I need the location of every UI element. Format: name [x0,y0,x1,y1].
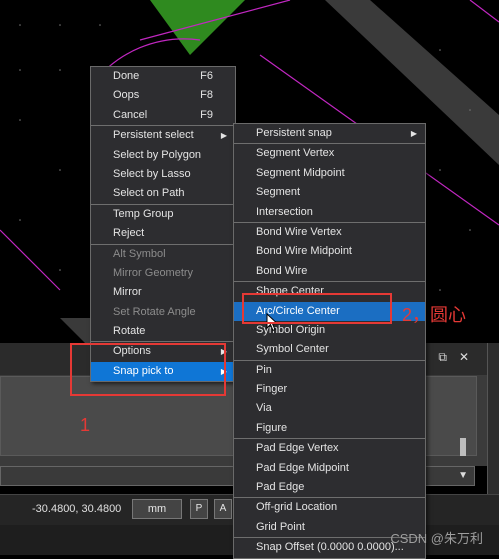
menu-item-bond-wire-midpoint[interactable]: Bond Wire Midpoint [234,242,425,261]
menu-item-select-by-polygon[interactable]: Select by Polygon [91,146,235,165]
menu-item-label: Segment Vertex [256,147,335,160]
menu-item-select-on-path[interactable]: Select on Path [91,184,235,203]
menu-item-bond-wire-vertex[interactable]: Bond Wire Vertex [234,223,425,242]
menu-item-label: Mirror Geometry [113,266,194,279]
menu-item-label: Cancel [113,108,148,121]
menu-item-label: Figure [256,421,288,434]
menu-item-label: Alt Symbol [113,247,166,260]
menu-item-pad-edge-midpoint[interactable]: Pad Edge Midpoint [234,459,425,478]
menu-item-label: Bond Wire Midpoint [256,245,352,258]
a-button[interactable]: A [214,499,232,519]
menu-item-temp-group[interactable]: Temp Group [91,205,235,224]
annotation-box-2 [242,293,392,324]
watermark: CSDN @朱万利 [390,531,483,546]
menu-item-intersection[interactable]: Intersection [234,203,425,222]
menu-item-label: Grid Point [256,520,305,533]
float-icon[interactable]: ⧉ [438,350,447,364]
context-menu: Done F6 Oops F8 Cancel F9 Persistent select… [90,66,236,383]
submenu-arrow-icon: ▶ [220,131,227,141]
panel-scrollbar-thumb[interactable] [460,438,466,456]
menu-item-finger[interactable]: Finger [234,380,425,399]
menu-item-label: Rotate [113,325,146,338]
menu-item-segment-vertex[interactable]: Segment Vertex [234,144,425,163]
snap-submenu: Persistent snap ▶ Segment Vertex Segment … [233,123,426,559]
menu-item-label: Mirror [113,286,142,299]
menu-item-label: Select by Polygon [113,148,202,161]
menu-item-off-grid-location[interactable]: Off-grid Location [234,498,425,517]
menu-item-label: Persistent select [113,129,194,142]
menu-item-label: Segment [256,186,301,199]
menu-item-figure[interactable]: Figure [234,419,425,438]
chevron-down-icon: ▼ [458,470,468,481]
menu-item-label: Bond Wire Vertex [256,225,342,238]
shortcut-label: F9 [200,108,213,121]
menu-item-label: Pad Edge Vertex [256,442,339,455]
menu-item-label: Intersection [256,205,313,218]
annotation-box-1 [70,343,226,396]
menu-item-done[interactable]: Done F6 [91,67,235,86]
close-icon[interactable]: ✕ [459,350,469,364]
menu-item-label: Bond Wire [256,264,308,277]
menu-item-label: Pad Edge [256,481,305,494]
menu-item-mirror-geometry: Mirror Geometry [91,264,235,283]
menu-item-segment-midpoint[interactable]: Segment Midpoint [234,164,425,183]
menu-item-persistent-select[interactable]: Persistent select ▶ [91,126,235,145]
menu-item-label: Select by Lasso [113,167,191,180]
menu-item-label: Select on Path [113,187,185,200]
shortcut-label: F6 [200,70,213,82]
annotation-label-2: 2，圆心 [402,305,467,325]
menu-item-oops[interactable]: Oops F8 [91,86,235,105]
menu-item-symbol-center[interactable]: Symbol Center [234,340,425,359]
menu-item-via[interactable]: Via [234,399,425,418]
menu-item-mirror[interactable]: Mirror [91,283,235,302]
menu-item-cancel[interactable]: Cancel F9 [91,106,235,125]
annotation-label-1: 1 [80,415,91,435]
submenu-arrow-icon: ▶ [410,129,417,138]
menu-item-label: Off-grid Location [256,501,338,514]
menu-item-label: Temp Group [113,207,174,220]
menu-item-set-rotate-angle: Set Rotate Angle [91,303,235,322]
menu-item-segment[interactable]: Segment [234,183,425,202]
menu-item-label: Symbol Center [256,343,329,356]
coordinates-readout: -30.4800, 30.4800 [32,503,122,515]
p-button[interactable]: P [190,499,208,519]
menu-item-reject[interactable]: Reject [91,224,235,243]
menu-item-label: Oops [113,89,140,102]
menu-item-label: Set Rotate Angle [113,305,196,318]
menu-item-label: Persistent snap [256,127,332,139]
menu-item-pin[interactable]: Pin [234,361,425,380]
menu-item-rotate[interactable]: Rotate [91,322,235,341]
menu-item-label: Pad Edge Midpoint [256,461,349,474]
menu-item-label: Via [256,402,272,415]
menu-item-label: Segment Midpoint [256,166,345,179]
menu-item-bond-wire[interactable]: Bond Wire [234,262,425,281]
green-copper-shape [150,0,245,55]
shortcut-label: F8 [200,89,213,102]
menu-item-label: Pin [256,363,272,376]
units-button[interactable]: mm [132,499,182,519]
menu-item-label: Reject [113,227,145,240]
menu-item-pad-edge-vertex[interactable]: Pad Edge Vertex [234,439,425,458]
menu-item-persistent-snap[interactable]: Persistent snap ▶ [234,124,425,143]
menu-item-select-by-lasso[interactable]: Select by Lasso [91,165,235,184]
menu-item-pad-edge[interactable]: Pad Edge [234,478,425,497]
menu-item-label: Done [113,70,140,82]
menu-item-label: Snap Offset (0.0000 0.0000)... [256,541,404,554]
menu-item-alt-symbol: Alt Symbol [91,245,235,264]
menu-item-label: Finger [256,383,288,396]
